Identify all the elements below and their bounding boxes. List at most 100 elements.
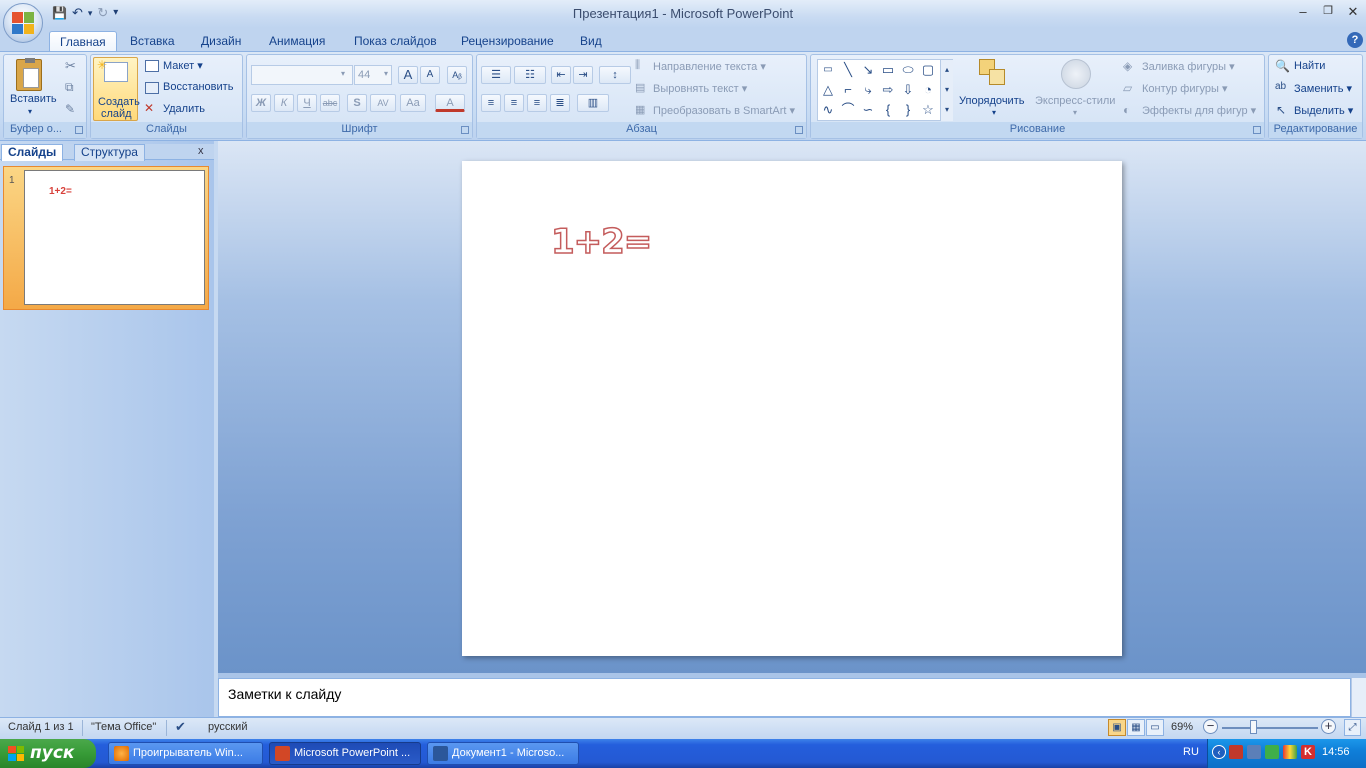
star-shape-icon[interactable]: ☆: [919, 101, 937, 119]
align-center-button[interactable]: ≡: [504, 94, 524, 112]
cut-icon[interactable]: ✂: [65, 58, 76, 74]
bullets-button[interactable]: ☰: [481, 66, 511, 84]
bold-button[interactable]: Ж: [251, 94, 271, 112]
antivirus-icon[interactable]: K: [1301, 745, 1315, 759]
paragraph-dialog-launcher-icon[interactable]: [795, 126, 803, 134]
arrange-button[interactable]: Упорядочить: [959, 95, 1024, 107]
fit-to-window-button[interactable]: ⤢: [1344, 719, 1361, 736]
shrink-font-button[interactable]: A: [420, 66, 440, 84]
tab-slide-show[interactable]: Показ слайдов: [344, 31, 447, 52]
font-name-dropdown-icon[interactable]: ▾: [341, 69, 345, 78]
restore-button[interactable]: ❐: [1317, 4, 1339, 17]
italic-button[interactable]: К: [274, 94, 294, 112]
font-dialog-launcher-icon[interactable]: [461, 126, 469, 134]
notes-placeholder[interactable]: Заметки к слайду: [228, 686, 341, 702]
line-spacing-button[interactable]: ↕: [599, 66, 631, 84]
oval-shape-icon[interactable]: ⬭: [899, 61, 917, 79]
replace-button[interactable]: Заменить ▾: [1294, 82, 1352, 95]
font-color-button[interactable]: A: [435, 94, 465, 112]
zoom-slider[interactable]: [1222, 727, 1318, 729]
drawing-dialog-launcher-icon[interactable]: [1253, 126, 1261, 134]
taskbar-item-word[interactable]: Документ1 - Microso...: [427, 742, 579, 765]
slide-text-box[interactable]: 1+2=: [550, 221, 653, 263]
zoom-slider-thumb[interactable]: [1250, 720, 1257, 734]
tab-design[interactable]: Дизайн: [191, 31, 251, 52]
numbering-button[interactable]: ☷: [514, 66, 546, 84]
paste-dropdown-icon[interactable]: ▾: [28, 107, 32, 116]
char-spacing-button[interactable]: AV: [370, 94, 396, 112]
zoom-in-button[interactable]: +: [1321, 719, 1336, 734]
tab-outline-panel[interactable]: Структура: [74, 144, 145, 161]
network-icon[interactable]: [1229, 745, 1243, 759]
align-left-button[interactable]: ≡: [481, 94, 501, 112]
tab-home[interactable]: Главная: [49, 31, 117, 52]
tab-animation[interactable]: Анимация: [259, 31, 335, 52]
columns-button[interactable]: ▥: [577, 94, 609, 112]
change-case-button[interactable]: Aa: [400, 94, 426, 112]
tab-review[interactable]: Рецензирование: [451, 31, 564, 52]
safely-remove-icon[interactable]: [1265, 745, 1279, 759]
arrange-dropdown-icon[interactable]: ▾: [992, 108, 996, 117]
align-text-button[interactable]: Выровнять текст ▾: [653, 82, 747, 95]
tab-insert[interactable]: Вставка: [120, 31, 185, 52]
zoom-level[interactable]: 69%: [1171, 721, 1193, 733]
taskbar-item-powerpoint[interactable]: Microsoft PowerPoint ...: [269, 742, 421, 765]
rectangle-shape-icon[interactable]: ▭: [879, 61, 897, 79]
new-slide-button[interactable]: ✳ Создать слайд: [93, 57, 140, 121]
elbow-arrow-shape-icon[interactable]: ⤷: [859, 81, 877, 99]
keyboard-language[interactable]: RU: [1183, 746, 1199, 758]
decrease-indent-button[interactable]: ⇤: [551, 66, 571, 84]
strikethrough-button[interactable]: abc: [320, 94, 340, 112]
convert-smartart-button[interactable]: Преобразовать в SmartArt ▾: [653, 104, 795, 117]
curve-shape-icon[interactable]: ∽: [859, 101, 877, 119]
shapes-gallery[interactable]: ▭ ╲ ↘ ▭ ⬭ ▢ △ ⌐ ⤷ ⇨ ⇩ ◔ ∿ ⌒ ∽ { } ☆ ▴ ▾ ▾: [817, 59, 953, 121]
elbow-connector-shape-icon[interactable]: ⌐: [839, 81, 857, 99]
text-direction-button[interactable]: Направление текста ▾: [653, 60, 766, 73]
language-indicator[interactable]: русский: [208, 721, 247, 733]
taskbar-item-media-player[interactable]: Проигрыватель Win...: [108, 742, 263, 765]
shape-outline-button[interactable]: Контур фигуры ▾: [1142, 82, 1228, 95]
help-icon[interactable]: ?: [1347, 32, 1363, 48]
line-shape-icon[interactable]: ╲: [839, 61, 857, 79]
start-button[interactable]: пуск: [0, 739, 96, 768]
shape-effects-button[interactable]: Эффекты для фигур ▾: [1142, 104, 1256, 117]
font-name-select[interactable]: [251, 65, 353, 85]
increase-indent-button[interactable]: ⇥: [573, 66, 593, 84]
minimize-button[interactable]: –: [1292, 4, 1314, 19]
clipboard-dialog-launcher-icon[interactable]: [75, 126, 83, 134]
freeform-shape-icon[interactable]: ∿: [819, 101, 837, 119]
text-box-shape-icon[interactable]: ▭: [819, 61, 837, 79]
shadow-button[interactable]: S: [347, 94, 367, 112]
right-brace-shape-icon[interactable]: }: [899, 101, 917, 119]
normal-view-button[interactable]: ▣: [1108, 719, 1126, 736]
format-painter-icon[interactable]: ✎: [65, 102, 75, 116]
align-right-button[interactable]: ≡: [527, 94, 547, 112]
down-arrow-shape-icon[interactable]: ⇩: [899, 81, 917, 99]
panel-close-icon[interactable]: x: [198, 145, 204, 157]
rounded-rect-shape-icon[interactable]: ▢: [919, 61, 937, 79]
arc-shape-icon[interactable]: ⌒: [839, 101, 857, 119]
tab-view[interactable]: Вид: [570, 31, 612, 52]
spell-check-icon[interactable]: ✔: [175, 719, 186, 735]
grow-font-button[interactable]: A: [398, 66, 418, 84]
quick-styles-dropdown-icon[interactable]: ▾: [1073, 108, 1077, 117]
tab-slides-panel[interactable]: Слайды: [1, 144, 64, 161]
callout-shape-icon[interactable]: ◔: [919, 81, 937, 99]
zoom-out-button[interactable]: −: [1203, 719, 1218, 734]
shape-fill-button[interactable]: Заливка фигуры ▾: [1142, 60, 1235, 73]
paste-button[interactable]: Вставить: [10, 93, 57, 105]
left-brace-shape-icon[interactable]: {: [879, 101, 897, 119]
select-button[interactable]: Выделить ▾: [1294, 104, 1353, 117]
quick-styles-button[interactable]: Экспресс-стили: [1035, 95, 1115, 107]
arrow-line-shape-icon[interactable]: ↘: [859, 61, 877, 79]
shapes-gallery-scroll[interactable]: ▴ ▾ ▾: [940, 60, 953, 121]
reset-button[interactable]: Восстановить: [163, 81, 233, 93]
delete-slide-button[interactable]: Удалить: [163, 103, 205, 115]
triangle-shape-icon[interactable]: △: [819, 81, 837, 99]
office-button[interactable]: [3, 3, 43, 43]
notes-scrollbar[interactable]: [1351, 678, 1366, 717]
find-button[interactable]: Найти: [1294, 60, 1325, 72]
tray-expand-icon[interactable]: ‹: [1212, 745, 1226, 759]
layout-button[interactable]: Макет ▾: [163, 59, 203, 72]
network-status-icon[interactable]: [1247, 745, 1261, 759]
